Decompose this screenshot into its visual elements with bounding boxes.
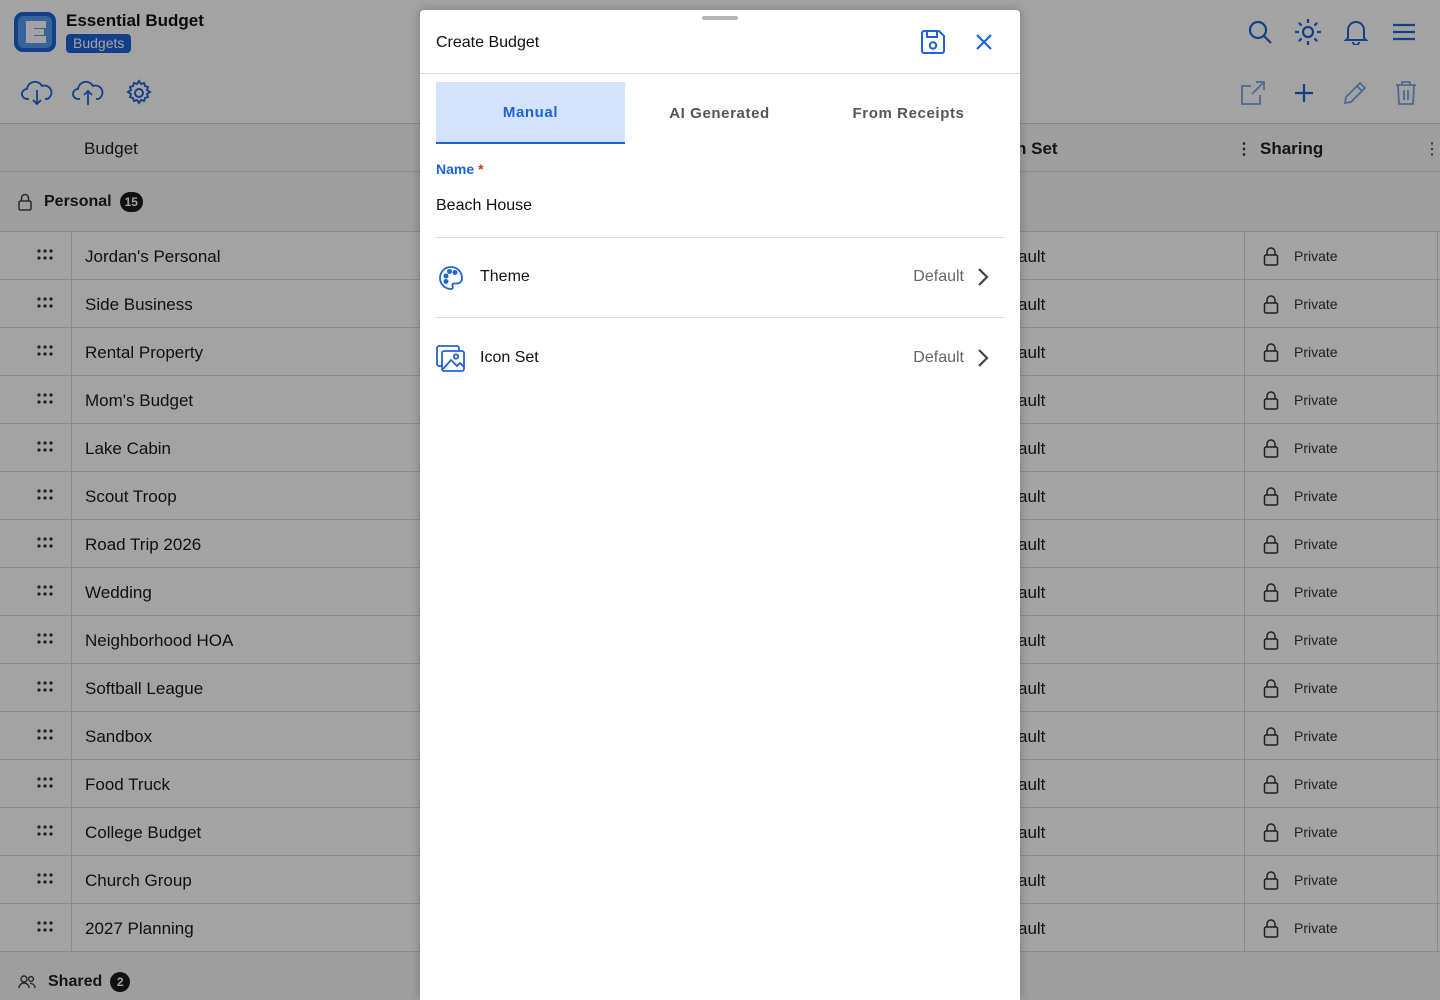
chevron-right-icon — [978, 268, 989, 286]
creation-mode-tabs: Manual AI Generated From Receipts — [436, 82, 1004, 144]
floppy-disk-icon — [921, 30, 945, 54]
name-input[interactable] — [436, 190, 1004, 238]
name-label-text: Name — [436, 161, 475, 177]
theme-value: Default — [913, 268, 964, 285]
close-button[interactable] — [972, 30, 996, 54]
save-button[interactable] — [918, 27, 948, 57]
create-budget-dialog: Create Budget Manual AI Generated From R… — [420, 10, 1020, 1000]
theme-setting-row[interactable]: Theme Default — [436, 238, 1004, 318]
icon-set-value: Default — [913, 349, 964, 366]
icon-set-setting-row[interactable]: Icon Set Default — [436, 319, 1004, 399]
tab-from-receipts[interactable]: From Receipts — [814, 82, 1003, 144]
images-icon — [436, 345, 466, 373]
tab-manual[interactable]: Manual — [436, 82, 625, 144]
chevron-right-icon — [978, 349, 989, 367]
name-field-label: Name * — [436, 161, 484, 177]
tab-ai-generated[interactable]: AI Generated — [625, 82, 814, 144]
icon-set-label: Icon Set — [480, 349, 539, 366]
dialog-title: Create Budget — [436, 34, 540, 51]
theme-label: Theme — [480, 268, 530, 285]
palette-icon — [436, 264, 466, 292]
required-indicator: * — [478, 161, 484, 177]
dialog-header: Create Budget — [420, 10, 1020, 74]
close-icon — [976, 34, 992, 50]
